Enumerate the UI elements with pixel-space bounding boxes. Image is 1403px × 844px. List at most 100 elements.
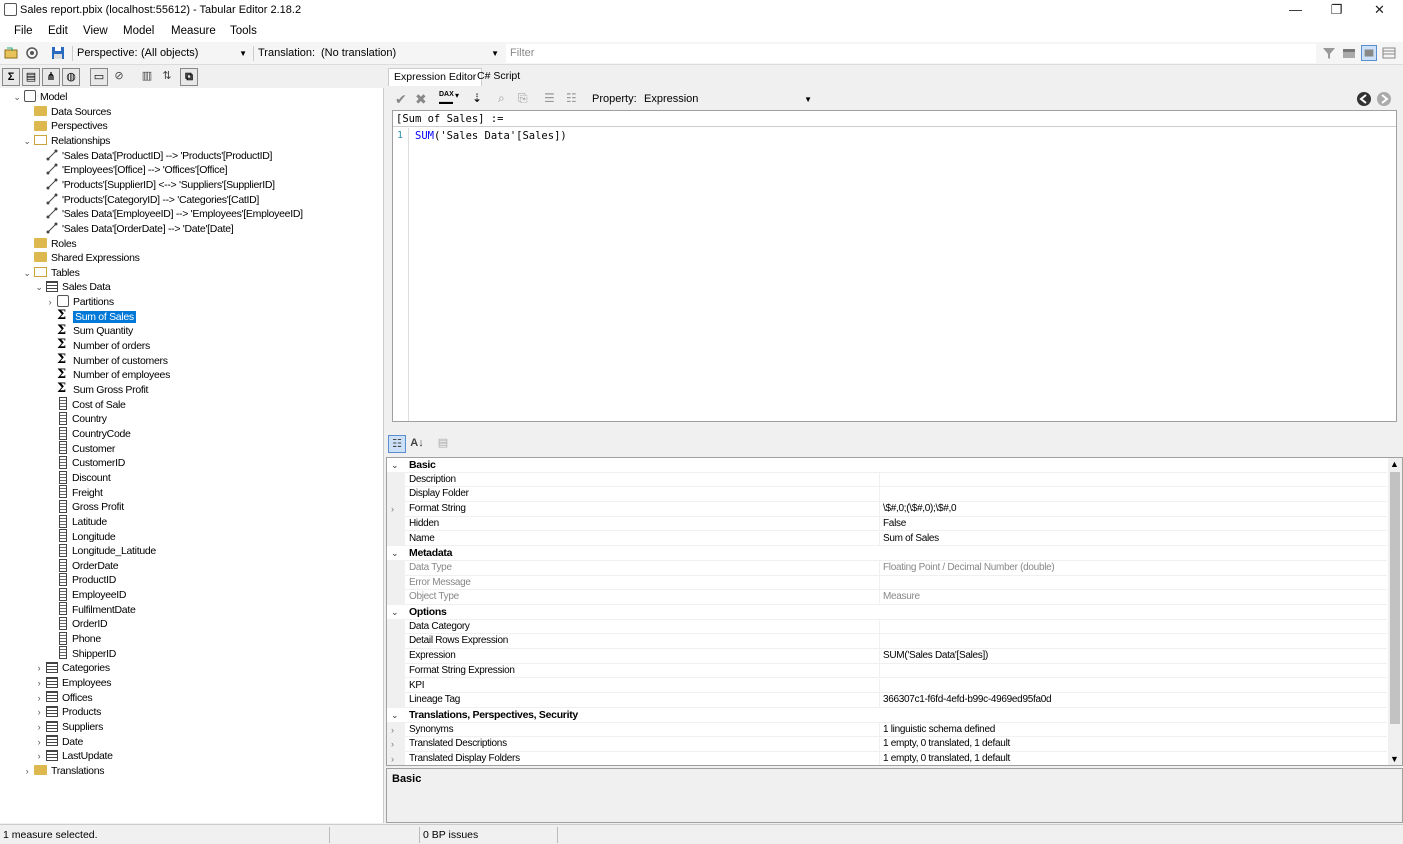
tree-column[interactable]: CustomerID xyxy=(57,455,125,470)
chevron-down-icon[interactable]: ⌄ xyxy=(12,90,22,104)
tree-translations[interactable]: › Translations xyxy=(26,764,105,778)
sort-icon[interactable]: ⇅ xyxy=(158,68,176,86)
tree-measure[interactable]: Σ Number of customers xyxy=(57,353,168,368)
menu-edit[interactable]: Edit xyxy=(48,25,68,37)
chevron-down-icon[interactable]: ⌄ xyxy=(391,546,401,560)
chevron-down-icon[interactable]: ⌄ xyxy=(391,458,401,472)
status-bp-issues[interactable]: 0 BP issues xyxy=(420,827,558,843)
menu-view[interactable]: View xyxy=(83,25,108,37)
property-row[interactable]: KPI xyxy=(387,678,1387,694)
code-editor[interactable]: [Sum of Sales] := 1 SUM('Sales Data'[Sal… xyxy=(392,110,1397,422)
property-value[interactable]: 1 empty, 0 translated, 1 default xyxy=(883,752,1010,765)
property-row[interactable]: Lineage Tag 366307c1-f6fd-4efd-b99c-4969e… xyxy=(387,693,1387,708)
tree-perspectives[interactable]: Perspectives xyxy=(34,119,108,133)
property-row[interactable]: Error Message xyxy=(387,575,1387,591)
tree-column[interactable]: ShipperID xyxy=(57,646,116,661)
chevron-down-icon[interactable]: ⌄ xyxy=(34,280,44,294)
scroll-up-icon[interactable]: ▲ xyxy=(1390,459,1399,469)
show-measures-icon[interactable]: Σ xyxy=(2,68,20,86)
tree-column[interactable]: OrderDate xyxy=(57,558,119,573)
save-icon[interactable] xyxy=(50,45,66,61)
property-row[interactable]: Name Sum of Sales xyxy=(387,531,1387,547)
property-category[interactable]: ⌄ Translations, Perspectives, Security xyxy=(387,707,1387,723)
tree-measure[interactable]: Σ Number of orders xyxy=(57,338,150,353)
property-category[interactable]: ⌄ Options xyxy=(387,605,1387,620)
chevron-down-icon[interactable]: ⌄ xyxy=(22,134,32,148)
tree-table[interactable]: › LastUpdate xyxy=(38,749,113,763)
property-row[interactable]: Format String Expression xyxy=(387,663,1387,679)
tree-column[interactable]: Phone xyxy=(57,631,101,646)
property-value[interactable]: Sum of Sales xyxy=(883,532,939,546)
tree-relationship-item[interactable]: 'Products'[SupplierID] <--> 'Suppliers'[… xyxy=(46,178,275,192)
tree-measure[interactable]: Σ Sum Gross Profit xyxy=(57,382,148,397)
tree-relationship-item[interactable]: 'Sales Data'[OrderDate] --> 'Date'[Date] xyxy=(46,222,234,236)
chevron-right-icon[interactable]: › xyxy=(34,676,44,690)
chevron-right-icon[interactable]: › xyxy=(22,764,32,778)
categorized-icon[interactable]: ☷ xyxy=(388,435,406,453)
tree-tables[interactable]: ⌄ Tables xyxy=(23,266,79,280)
tree-column[interactable]: FulfilmentDate xyxy=(57,602,136,617)
scroll-thumb[interactable] xyxy=(1390,472,1400,724)
scroll-down-icon[interactable]: ▼ xyxy=(1390,754,1399,764)
tree-relationship-item[interactable]: 'Sales Data'[EmployeeID] --> 'Employees'… xyxy=(46,207,303,221)
chevron-down-icon[interactable]: ⌄ xyxy=(22,266,32,280)
show-all-columns-icon[interactable]: ▥ xyxy=(138,68,156,86)
perspective-dropdown[interactable]: (All objects) ▼ xyxy=(141,45,249,62)
translation-dropdown[interactable]: (No translation) ▼ xyxy=(321,45,501,62)
filter-icon[interactable] xyxy=(1321,45,1337,61)
tree-column[interactable]: Country xyxy=(57,412,107,426)
chevron-right-icon[interactable]: › xyxy=(34,720,44,734)
menu-tools[interactable]: Tools xyxy=(230,25,257,37)
property-value[interactable]: 1 empty, 0 translated, 1 default xyxy=(883,737,1010,751)
property-row[interactable]: Object Type Measure xyxy=(387,590,1387,605)
property-row[interactable]: Data Type Floating Point / Decimal Number… xyxy=(387,560,1387,576)
property-row[interactable]: Detail Rows Expression xyxy=(387,634,1387,650)
property-row[interactable]: Data Category xyxy=(387,619,1387,635)
tree-table[interactable]: › Products xyxy=(38,705,101,719)
tree-partitions[interactable]: › Partitions xyxy=(49,295,114,309)
close-button[interactable]: ✕ xyxy=(1357,0,1402,20)
tree-column[interactable]: Cost of Sale xyxy=(57,397,126,412)
tree-measure[interactable]: Σ Number of employees xyxy=(57,368,170,382)
tab-expression-editor[interactable]: Expression Editor xyxy=(388,68,483,86)
chevron-down-icon[interactable]: ⌄ xyxy=(391,605,401,619)
cancel-icon[interactable]: ✖ xyxy=(415,91,431,107)
property-value[interactable]: 1 linguistic schema defined xyxy=(883,723,995,737)
property-value[interactable]: \$#,0;(\$#,0);\$#,0 xyxy=(883,502,957,516)
tree-column[interactable]: ProductID xyxy=(57,573,116,587)
tree-column[interactable]: Latitude xyxy=(57,514,107,529)
show-metadata-icon[interactable]: ⧉ xyxy=(180,68,198,86)
connect-icon[interactable] xyxy=(24,45,40,61)
tree-column[interactable]: Longitude xyxy=(57,529,116,544)
tree-relationships[interactable]: ⌄ Relationships xyxy=(23,134,110,148)
uncomment-icon[interactable]: ☷ xyxy=(566,91,582,107)
show-hierarchies-icon[interactable]: ⋔ xyxy=(42,68,60,86)
chevron-down-icon[interactable]: ▾ xyxy=(455,91,471,107)
property-grid-scrollbar[interactable]: ▲ ▼ xyxy=(1388,458,1402,765)
tree-table[interactable]: › Employees xyxy=(38,676,112,690)
property-row[interactable]: › Translated Display Folders 1 empty, 0 tr… xyxy=(387,752,1387,765)
filter-options-icon[interactable] xyxy=(1341,45,1357,61)
tree-table-sales-data[interactable]: ⌄ Sales Data xyxy=(35,280,111,294)
property-row[interactable]: Description xyxy=(387,472,1387,488)
tree-table[interactable]: › Offices xyxy=(38,691,93,705)
property-row[interactable]: › Translated Descriptions 1 empty, 0 trans… xyxy=(387,737,1387,752)
tree-measure[interactable]: Σ Sum Quantity xyxy=(57,324,133,338)
tree-table[interactable]: › Categories xyxy=(38,661,110,675)
property-row[interactable]: › Format String \$#,0;(\$#,0);\$#,0 xyxy=(387,502,1387,517)
tree-column[interactable]: Longitude_Latitude xyxy=(57,543,156,558)
tree-table[interactable]: › Suppliers xyxy=(38,720,103,734)
tree-column[interactable]: Freight xyxy=(57,485,103,500)
view-mode-icon[interactable] xyxy=(1361,45,1377,61)
alphabetical-sort-icon[interactable]: A↓ xyxy=(408,435,426,453)
property-row[interactable]: Expression SUM('Sales Data'[Sales]) xyxy=(387,649,1387,664)
menu-measure[interactable]: Measure xyxy=(171,25,216,37)
filter-input[interactable]: Filter xyxy=(506,44,1316,63)
tree-column[interactable]: Gross Profit xyxy=(57,499,124,514)
tree-relationship-item[interactable]: 'Employees'[Office] --> 'Offices'[Office… xyxy=(46,163,228,177)
chevron-right-icon[interactable]: › xyxy=(34,691,44,705)
comment-icon[interactable]: ☰ xyxy=(544,91,560,107)
tree-column[interactable]: Customer xyxy=(57,441,115,456)
property-value[interactable]: Measure xyxy=(883,590,920,604)
open-file-icon[interactable] xyxy=(3,45,19,61)
